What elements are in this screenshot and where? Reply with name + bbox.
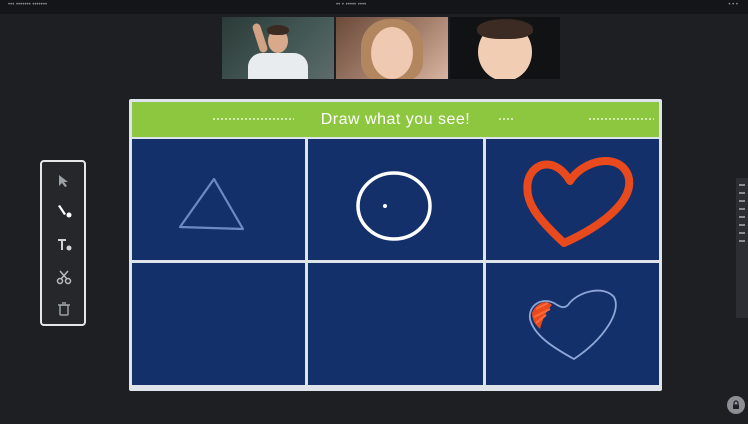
circle-drawing bbox=[356, 171, 432, 241]
whiteboard-header: Draw what you see! bbox=[132, 102, 659, 137]
teacher-raised-arm bbox=[251, 22, 269, 54]
grid-cell-triangle[interactable] bbox=[132, 139, 305, 260]
meeting-info: •• • ••••• •••• bbox=[336, 2, 367, 8]
grid-cell-circle[interactable] bbox=[308, 139, 483, 260]
grid-cell-empty-1[interactable] bbox=[132, 263, 305, 385]
panel-line-icon bbox=[739, 192, 745, 194]
teacher-shirt bbox=[248, 53, 308, 79]
teacher-video[interactable] bbox=[222, 17, 334, 79]
girl-face bbox=[371, 27, 413, 79]
side-panel-tab[interactable] bbox=[736, 178, 748, 318]
header-dots-right bbox=[588, 118, 654, 120]
whiteboard-title: Draw what you see! bbox=[320, 110, 471, 128]
heart-drawing bbox=[523, 156, 634, 247]
text-icon bbox=[58, 239, 72, 251]
scissors-icon bbox=[56, 270, 72, 285]
lock-icon bbox=[733, 400, 739, 409]
scissors-tool[interactable] bbox=[53, 266, 75, 288]
panel-line-icon bbox=[739, 232, 745, 234]
student-girl-video[interactable] bbox=[336, 17, 448, 79]
text-tool[interactable] bbox=[53, 234, 75, 256]
participant-strip bbox=[222, 17, 560, 79]
trash-tool[interactable] bbox=[53, 298, 75, 320]
trash-icon bbox=[58, 302, 70, 316]
panel-line-icon bbox=[739, 184, 745, 186]
drawing-grid bbox=[132, 139, 659, 388]
triangle-drawing bbox=[178, 177, 245, 231]
student-boy-video[interactable] bbox=[450, 17, 560, 79]
header-dots-left bbox=[212, 118, 294, 120]
window-title-bar: ••• ••••••• ••••••• •• • ••••• •••• • • … bbox=[0, 0, 748, 14]
whiteboard[interactable]: Draw what you see! bbox=[129, 99, 662, 391]
heart-sketch-drawing bbox=[529, 289, 617, 361]
pen-icon bbox=[58, 205, 72, 218]
grid-cell-empty-2[interactable] bbox=[308, 263, 483, 385]
drawing-toolbar bbox=[40, 160, 86, 326]
window-controls[interactable]: • • • bbox=[728, 2, 738, 8]
help-button[interactable] bbox=[727, 396, 745, 414]
panel-line-icon bbox=[739, 208, 745, 210]
panel-line-icon bbox=[739, 216, 745, 218]
panel-line-icon bbox=[739, 240, 745, 242]
app-title: ••• ••••••• ••••••• bbox=[8, 2, 48, 8]
panel-line-icon bbox=[739, 224, 745, 226]
header-dots-mid bbox=[498, 118, 514, 120]
grid-cell-heart[interactable] bbox=[486, 139, 659, 260]
boy-hair bbox=[477, 19, 533, 39]
select-tool[interactable] bbox=[53, 170, 75, 192]
select-icon bbox=[59, 175, 68, 187]
grid-cell-heart-sketch[interactable] bbox=[486, 263, 659, 385]
pen-tool[interactable] bbox=[53, 200, 75, 222]
teacher-hair bbox=[267, 25, 289, 35]
panel-line-icon bbox=[739, 200, 745, 202]
